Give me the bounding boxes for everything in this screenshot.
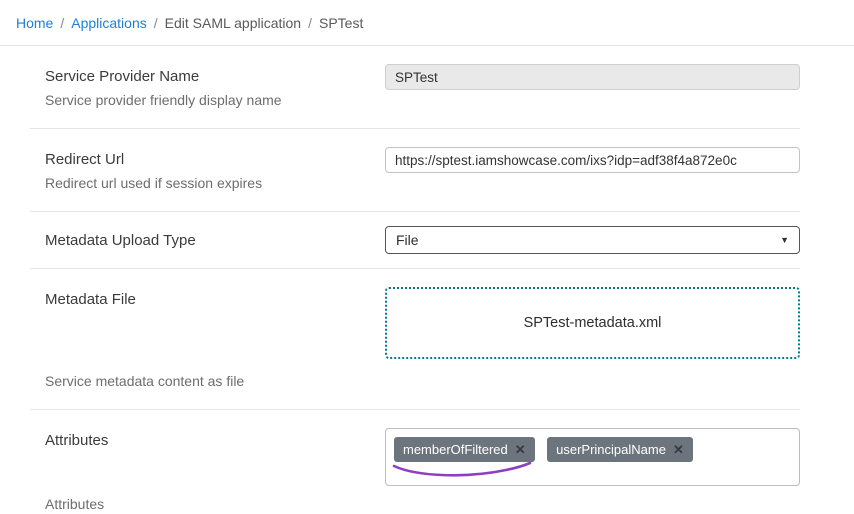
attributes-label: Attributes [45, 428, 365, 449]
breadcrumb-separator: / [308, 15, 312, 31]
input-column: SPTest-metadata.xml [385, 287, 800, 389]
label-column: Metadata File Service metadata content a… [30, 287, 385, 389]
selected-option-label: File [396, 232, 419, 248]
attribute-tag: memberOfFiltered ✕ [394, 437, 535, 462]
form-row-attributes: Attributes Attributes memberOfFiltered ✕… [30, 410, 800, 514]
input-column: File ▼ [385, 226, 800, 254]
label-column: Service Provider Name Service provider f… [30, 64, 385, 108]
service-provider-name-label: Service Provider Name [45, 64, 365, 85]
remove-tag-icon[interactable]: ✕ [515, 443, 526, 456]
redirect-url-input[interactable] [385, 147, 800, 173]
metadata-upload-type-select[interactable]: File ▼ [385, 226, 800, 254]
annotation-underline [388, 461, 538, 479]
service-provider-name-input[interactable] [385, 64, 800, 90]
breadcrumb-edit-saml: Edit SAML application [165, 15, 301, 31]
form-row-redirect-url: Redirect Url Redirect url used if sessio… [30, 129, 800, 212]
attribute-tag-label: userPrincipalName [556, 442, 666, 457]
label-column: Attributes Attributes [30, 428, 385, 512]
saml-application-form: Service Provider Name Service provider f… [30, 46, 800, 514]
form-row-service-provider-name: Service Provider Name Service provider f… [30, 46, 800, 129]
breadcrumb-separator: / [154, 15, 158, 31]
metadata-file-label: Metadata File [45, 287, 365, 308]
attribute-tag: userPrincipalName ✕ [547, 437, 693, 462]
form-row-metadata-file: Metadata File Service metadata content a… [30, 269, 800, 410]
label-column: Redirect Url Redirect url used if sessio… [30, 147, 385, 191]
breadcrumb-applications-link[interactable]: Applications [71, 15, 147, 31]
chevron-down-icon: ▼ [780, 235, 789, 245]
form-row-metadata-upload-type: Metadata Upload Type File ▼ [30, 212, 800, 269]
redirect-url-label: Redirect Url [45, 147, 365, 168]
breadcrumb-separator: / [60, 15, 64, 31]
metadata-file-help: Service metadata content as file [45, 373, 365, 389]
attributes-help: Attributes [45, 496, 365, 512]
input-column: memberOfFiltered ✕ userPrincipalName ✕ [385, 428, 800, 512]
input-column [385, 64, 800, 90]
redirect-url-help: Redirect url used if session expires [45, 175, 365, 191]
breadcrumb-current-page: SPTest [319, 15, 363, 31]
remove-tag-icon[interactable]: ✕ [673, 443, 684, 456]
metadata-upload-type-label: Metadata Upload Type [45, 232, 365, 249]
service-provider-name-help: Service provider friendly display name [45, 92, 365, 108]
breadcrumb-home-link[interactable]: Home [16, 15, 53, 31]
metadata-file-dropzone[interactable]: SPTest-metadata.xml [385, 287, 800, 359]
input-column [385, 147, 800, 173]
breadcrumb: Home / Applications / Edit SAML applicat… [0, 0, 854, 46]
label-column: Metadata Upload Type [30, 232, 385, 249]
metadata-file-name: SPTest-metadata.xml [524, 315, 662, 331]
attributes-tag-input[interactable]: memberOfFiltered ✕ userPrincipalName ✕ [385, 428, 800, 486]
attribute-tag-label: memberOfFiltered [403, 442, 508, 457]
